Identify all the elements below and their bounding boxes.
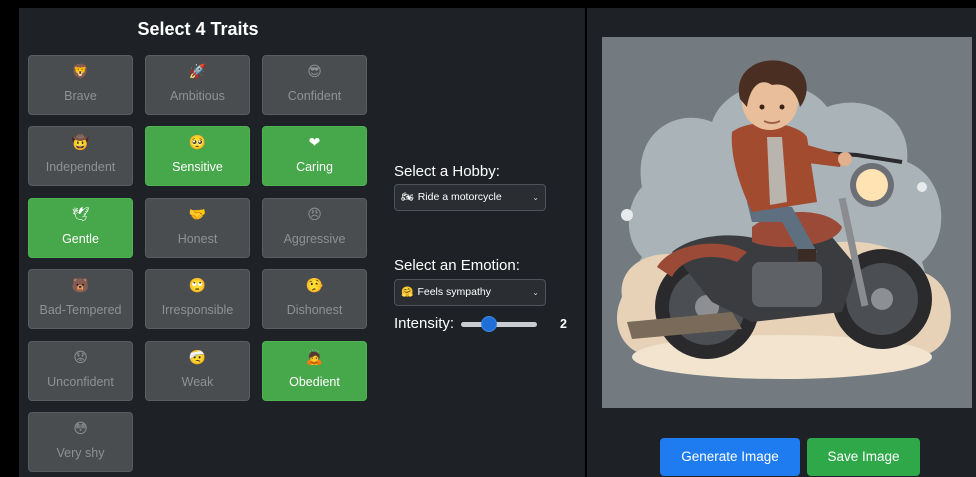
trait-emoji-icon: ❤	[308, 135, 321, 151]
trait-label: Aggressive	[283, 232, 346, 246]
trait-emoji-icon: 🤥	[305, 278, 324, 294]
trait-label: Honest	[177, 232, 218, 246]
trait-emoji-icon: 🙄	[188, 278, 207, 294]
trait-label: Obedient	[289, 375, 340, 389]
trait-label: Brave	[64, 89, 97, 103]
trait-option-very-shy[interactable]: 😳 Very shy	[28, 412, 133, 472]
app-root: Select 4 Traits 🦁 Brave 🚀 Ambitious 😎 Confide…	[0, 0, 976, 477]
trait-label: Dishonest	[286, 303, 343, 317]
generated-image	[602, 37, 972, 408]
trait-label: Very shy	[56, 446, 105, 460]
chevron-down-icon: ⌄	[532, 193, 539, 202]
trait-label: Ambitious	[170, 89, 225, 103]
trait-emoji-icon: 🐻	[71, 278, 90, 294]
trait-emoji-icon: 😎	[307, 64, 322, 80]
trait-emoji-icon: 🙇	[305, 350, 324, 366]
emotion-label: Select an Emotion:	[394, 257, 520, 274]
hobby-select-value: Ride a motorcycle	[417, 191, 502, 203]
trait-option-weak[interactable]: 🤕 Weak	[145, 341, 250, 401]
trait-emoji-icon: 🚀	[188, 64, 207, 80]
trait-option-sensitive[interactable]: 🥺 Sensitive	[145, 126, 250, 186]
traits-title: Select 4 Traits	[137, 19, 259, 39]
trait-option-honest[interactable]: 🤝 Honest	[145, 198, 250, 258]
hugging-face-icon: 🤗	[401, 287, 414, 298]
trait-emoji-icon: 🤕	[188, 350, 207, 366]
emotion-select-value: Feels sympathy	[417, 286, 491, 298]
trait-label: Unconfident	[47, 375, 114, 389]
trait-label: Gentle	[62, 232, 99, 246]
motorcycle-icon: 🏍	[401, 192, 414, 203]
hobby-select[interactable]: 🏍 Ride a motorcycle ⌄	[394, 184, 546, 211]
trait-option-independent[interactable]: 🤠 Independent	[28, 126, 133, 186]
trait-emoji-icon: 😟	[73, 350, 88, 366]
intensity-label: Intensity:	[394, 315, 455, 332]
trait-option-confident[interactable]: 😎 Confident	[262, 55, 367, 115]
trait-label: Caring	[296, 160, 333, 174]
trait-emoji-icon: 😳	[73, 421, 88, 437]
trait-label: Independent	[45, 160, 116, 174]
chevron-down-icon: ⌄	[532, 288, 539, 297]
save-image-button[interactable]: Save Image	[807, 438, 920, 476]
trait-option-aggressive[interactable]: 😠 Aggressive	[262, 198, 367, 258]
emotion-select[interactable]: 🤗 Feels sympathy ⌄	[394, 279, 546, 306]
trait-option-unconfident[interactable]: 😟 Unconfident	[28, 341, 133, 401]
generate-image-button[interactable]: Generate Image	[660, 438, 800, 476]
trait-emoji-icon: 😠	[307, 207, 322, 223]
trait-option-bad-tempered[interactable]: 🐻 Bad-Tempered	[28, 269, 133, 329]
trait-option-dishonest[interactable]: 🤥 Dishonest	[262, 269, 367, 329]
trait-option-gentle[interactable]: 🕊 Gentle	[28, 198, 133, 258]
hobby-label: Select a Hobby:	[394, 163, 500, 180]
trait-option-irresponsible[interactable]: 🙄 Irresponsible	[145, 269, 250, 329]
intensity-slider-track[interactable]	[461, 322, 537, 327]
boy-on-motorcycle-illustration	[602, 37, 972, 408]
trait-label: Weak	[181, 375, 214, 389]
intensity-slider-thumb[interactable]	[481, 316, 497, 332]
trait-label: Bad-Tempered	[39, 303, 122, 317]
trait-emoji-icon: 🥺	[188, 135, 207, 151]
trait-option-ambitious[interactable]: 🚀 Ambitious	[145, 55, 250, 115]
trait-emoji-icon: 🤝	[188, 207, 207, 223]
trait-option-brave[interactable]: 🦁 Brave	[28, 55, 133, 115]
trait-label: Irresponsible	[161, 303, 234, 317]
trait-option-obedient[interactable]: 🙇 Obedient	[262, 341, 367, 401]
trait-label: Confident	[287, 89, 342, 103]
trait-emoji-icon: 🕊	[71, 207, 90, 223]
intensity-value: 2	[560, 317, 567, 331]
trait-emoji-icon: 🤠	[71, 135, 90, 151]
trait-emoji-icon: 🦁	[71, 64, 90, 80]
trait-label: Sensitive	[172, 160, 223, 174]
trait-option-caring[interactable]: ❤ Caring	[262, 126, 367, 186]
